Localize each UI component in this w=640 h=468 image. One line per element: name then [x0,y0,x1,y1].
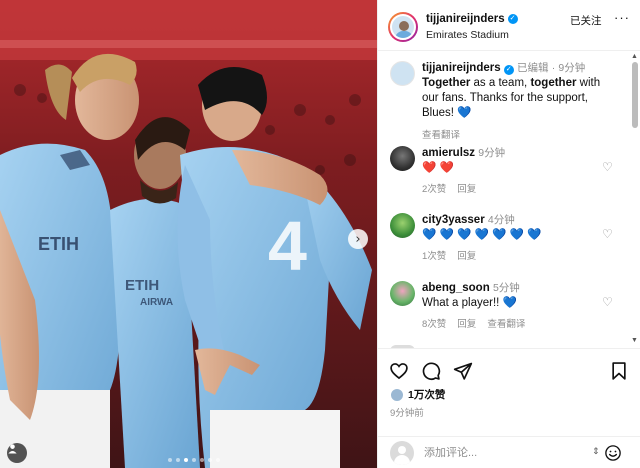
caption-bold-together: Together [422,77,471,89]
carousel-dots [168,458,220,462]
post-header: tijjanireijnders ✓ Emirates Stadium 已关注 … [378,0,640,51]
svg-text:ETIH: ETIH [38,234,79,254]
commenter-avatar[interactable] [390,281,415,306]
like-comment-heart-icon[interactable]: ♡ [602,160,613,174]
caption-username[interactable]: tijjanireijnders [422,62,501,74]
carousel-dot [176,458,180,462]
carousel-dot [200,458,204,462]
caption-author-avatar[interactable] [390,61,415,86]
comment-body: 💙 💙 💙 💙 💙 💙 💙 [422,229,542,241]
football-players-photo: ETIH ETIH AIRWA 4 [0,0,377,468]
comment-time: 4分钟 [487,214,515,226]
comment-bubble-icon[interactable] [421,361,441,381]
comment-time: 9分钟 [478,147,506,159]
share-send-icon[interactable] [453,361,473,381]
caption-text: tijjanireijnders ✓ 已编辑 · 9分钟 Together as… [422,61,612,121]
comment-username[interactable]: city3yasser [422,214,485,226]
verified-icon: ✓ [507,14,518,24]
comment-meta: 8次赞 回复 查看翻译 [422,316,525,330]
comment-time: 5分钟 [492,282,520,294]
sort-arrows-icon[interactable]: ⇕ [592,446,600,457]
posted-time[interactable]: 9分钟前 [390,405,424,419]
comment-body: What a player!! 💙 [422,297,517,309]
carousel-dot [192,458,196,462]
carousel-dot [208,458,212,462]
comment-text: abeng_soon 5分钟 What a player!! 💙 [422,281,612,311]
reply-link[interactable]: 回复 [457,316,476,330]
current-user-avatar [390,441,414,465]
tagged-people-button[interactable] [7,443,27,463]
svg-text:AIRWA: AIRWA [140,297,173,308]
caption-translate-link[interactable]: 查看翻译 [422,127,460,141]
post-actions: 1万次赞 9分钟前 [378,348,640,436]
comments-list: tijjanireijnders ✓ 已编辑 · 9分钟 Together as… [378,51,640,348]
person-icon [8,444,17,454]
carousel-dot [168,458,172,462]
comment-likes[interactable]: 8次赞 [422,316,446,330]
comment-meta: 2次赞 回复 [422,181,476,195]
like-count[interactable]: 1万次赞 [408,387,445,402]
comment-likes[interactable]: 2次赞 [422,181,446,195]
author-username[interactable]: tijjanireijnders [426,13,505,25]
post-side-panel: tijjanireijnders ✓ Emirates Stadium 已关注 … [377,0,640,468]
post-photo[interactable]: ETIH ETIH AIRWA 4 › [0,0,377,468]
caption-edited: 已编辑 [517,62,549,74]
comment-text: amierulsz 9分钟 ❤️ ❤️ [422,146,612,176]
save-bookmark-icon[interactable] [609,361,629,381]
comment-text: city3yasser 4分钟 💙 💙 💙 💙 💙 💙 💙 [422,213,612,243]
caption-meta: 查看翻译 [422,127,460,141]
scroll-up-arrow-icon[interactable]: ▲ [631,53,638,60]
blue-heart-icon: 💙 [457,107,472,119]
more-options-icon[interactable]: ··· [614,10,630,25]
post-location[interactable]: Emirates Stadium [426,29,509,41]
likes-row[interactable]: 1万次赞 [390,387,445,402]
comments-scrollbar[interactable] [632,62,638,128]
carousel-dot [216,458,220,462]
author-username-row[interactable]: tijjanireijnders ✓ [426,13,518,25]
svg-text:ETIH: ETIH [125,277,159,294]
caption-text-part: as a team, [470,77,531,89]
verified-icon: ✓ [503,65,514,75]
scroll-down-arrow-icon[interactable]: ▼ [631,337,638,344]
emoji-icon[interactable] [604,444,622,462]
comment-translate-link[interactable]: 查看翻译 [487,316,525,330]
caption-bold-together-2: together [530,77,577,89]
comment-body: ❤️ ❤️ [422,162,454,174]
comment-meta: 1次赞 回复 [422,248,476,262]
like-comment-heart-icon[interactable]: ♡ [602,227,613,241]
following-button[interactable]: 已关注 [570,13,602,28]
like-comment-heart-icon[interactable]: ♡ [602,295,613,309]
like-heart-icon[interactable] [389,361,409,381]
reply-link[interactable]: 回复 [457,181,476,195]
comment-username[interactable]: abeng_soon [422,282,490,294]
caption-time: 9分钟 [558,62,586,74]
caption-dot: · [551,62,556,74]
jersey-number: 4 [268,207,307,285]
comment-username[interactable]: amierulsz [422,147,475,159]
commenter-avatar[interactable] [390,213,415,238]
liker-avatar [390,387,404,402]
reply-link[interactable]: 回复 [457,248,476,262]
next-photo-button[interactable]: › [348,229,368,249]
author-avatar[interactable] [388,12,418,42]
comment-composer: ⇕ [378,436,640,468]
comment-likes[interactable]: 1次赞 [422,248,446,262]
carousel-dot-active [184,458,188,462]
commenter-avatar[interactable] [390,146,415,171]
comment-input[interactable] [424,443,574,463]
